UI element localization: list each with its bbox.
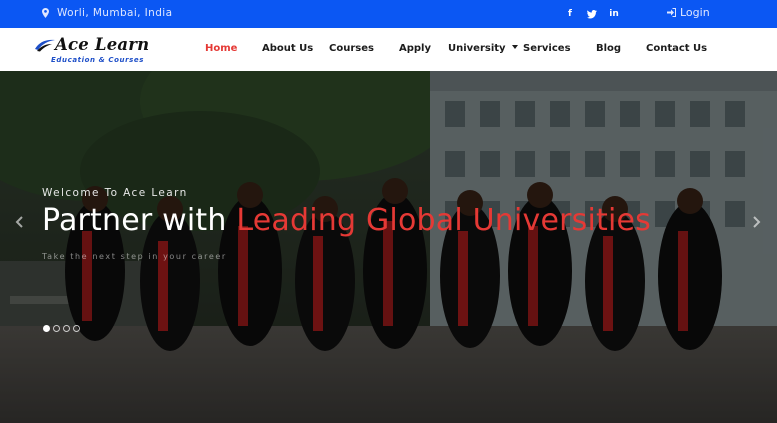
slide-dot[interactable] <box>63 325 70 332</box>
hero-headline-highlight: Leading Global Universities <box>236 203 651 238</box>
nav-services[interactable]: Services <box>523 43 571 54</box>
nav-courses[interactable]: Courses <box>329 43 374 54</box>
hero-welcome: Welcome To Ace Learn <box>42 187 188 199</box>
hero-subline: Take the next step in your career <box>42 252 227 261</box>
hero-slider: Welcome To Ace Learn Partner with Leadin… <box>0 71 777 423</box>
prev-slide-button[interactable] <box>12 213 26 231</box>
hero-headline: Partner with Leading Global Universities <box>42 203 651 238</box>
login-label: Login <box>680 6 710 19</box>
nav-university-label: University <box>448 43 506 54</box>
location-text: Worli, Mumbai, India <box>57 7 173 19</box>
twitter-icon[interactable] <box>585 8 599 20</box>
slide-dot[interactable] <box>73 325 80 332</box>
location: Worli, Mumbai, India <box>42 7 172 19</box>
logo-tagline: Education & Courses <box>51 56 145 64</box>
nav-blog[interactable]: Blog <box>596 43 621 54</box>
nav-apply[interactable]: Apply <box>399 43 431 54</box>
caret-down-icon <box>511 45 518 49</box>
top-bar: Worli, Mumbai, India f in Login <box>0 0 777 28</box>
nav-university[interactable]: University <box>448 43 518 54</box>
logo-swoosh-icon <box>35 39 55 52</box>
main-navbar: Ace Learn Education & Courses Home About… <box>0 28 777 72</box>
chevron-right-icon <box>753 216 761 228</box>
nav-about-us[interactable]: About Us <box>262 43 313 54</box>
hero-headline-plain: Partner with <box>42 203 237 238</box>
login-button[interactable]: Login <box>667 6 710 19</box>
map-marker-icon <box>42 8 49 18</box>
sign-in-icon <box>667 8 676 17</box>
nav-contact-us[interactable]: Contact Us <box>646 43 707 54</box>
hero-overlay <box>0 71 777 423</box>
slide-indicators <box>43 325 80 332</box>
facebook-icon[interactable]: f <box>563 8 577 20</box>
linkedin-icon[interactable]: in <box>607 8 621 20</box>
logo[interactable]: Ace Learn Education & Courses <box>34 35 159 66</box>
next-slide-button[interactable] <box>750 213 764 231</box>
slide-dot[interactable] <box>53 325 60 332</box>
logo-brand: Ace Learn <box>55 35 150 54</box>
chevron-left-icon <box>15 216 23 228</box>
nav-home[interactable]: Home <box>205 43 237 54</box>
slide-dot[interactable] <box>43 325 50 332</box>
